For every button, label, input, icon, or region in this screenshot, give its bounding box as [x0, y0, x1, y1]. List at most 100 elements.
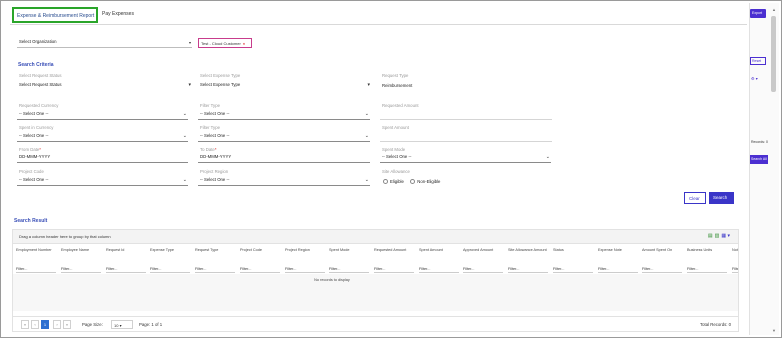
request-status-select[interactable]: Select Request Status ▾: [17, 82, 192, 91]
eligible-radio[interactable]: [383, 179, 388, 185]
search-result-title: Search Result: [14, 218, 48, 224]
column-filter-input[interactable]: Filter...: [285, 267, 325, 273]
requested-currency-value: -- Select One --: [19, 111, 49, 116]
organization-select[interactable]: Select Organization ▾: [17, 39, 192, 48]
page-size-select[interactable]: 10 ▾: [111, 320, 133, 329]
search-all-button[interactable]: Search All: [750, 155, 768, 164]
column-header[interactable]: Status: [553, 248, 593, 253]
column-header[interactable]: Expense Type: [150, 248, 190, 253]
spent-in-currency-select[interactable]: -- Select One -- ⌄: [17, 133, 188, 142]
filter-type-label-2: Filter Type: [200, 125, 220, 130]
spent-amount-label: Spent Amount: [382, 125, 409, 130]
grid-toolbar: Drag a column header here to group by th…: [13, 230, 738, 244]
panel-records-label: Records: 0: [751, 140, 768, 144]
expense-type-value: Select Expense Type: [200, 82, 241, 87]
spent-mode-select[interactable]: -- Select One -- ⌄: [380, 154, 551, 163]
first-page-button[interactable]: «: [21, 320, 29, 329]
scrollbar-thumb[interactable]: [771, 16, 776, 92]
scroll-down-arrow-icon[interactable]: ▼: [772, 328, 776, 333]
from-date-label: From Date*: [19, 147, 41, 152]
column-filter-input[interactable]: Filter...: [61, 267, 101, 273]
next-page-button[interactable]: ›: [53, 320, 61, 329]
expense-type-select[interactable]: Select Expense Type ▾: [198, 82, 371, 91]
group-by-drop-zone[interactable]: Drag a column header here to group by th…: [19, 234, 111, 239]
filter-type-select-1[interactable]: -- Select One -- ⌄: [198, 111, 370, 120]
column-filter-input[interactable]: Filter...: [240, 267, 280, 273]
column-header[interactable]: Amount Spent On: [642, 248, 682, 253]
result-grid: Drag a column header here to group by th…: [12, 229, 739, 332]
from-date-input[interactable]: DD-MMM-YYYY: [17, 154, 188, 163]
column-header[interactable]: Employment Number: [16, 248, 56, 253]
spent-amount-input[interactable]: [380, 133, 552, 142]
chevron-down-icon: ⌄: [545, 154, 550, 160]
export-button[interactable]: Export: [750, 9, 766, 18]
panel-tools-icon[interactable]: ⚙ ▾: [751, 76, 758, 81]
from-date-label-text: From Date: [19, 147, 40, 152]
scroll-up-arrow-icon[interactable]: ▲: [772, 7, 776, 12]
tab-expense-reimbursement-report[interactable]: Expense & Reimbursement Report: [12, 7, 98, 23]
requested-amount-input[interactable]: [380, 111, 552, 120]
pdf-export-icon[interactable]: ▥: [715, 233, 720, 239]
search-button[interactable]: Search: [709, 192, 734, 204]
filter-type-select-2[interactable]: -- Select One -- ⌄: [198, 133, 370, 142]
column-filter-input[interactable]: Filter...: [732, 267, 738, 273]
column-header[interactable]: Employee Name: [61, 248, 101, 253]
column-filter-input[interactable]: Filter...: [329, 267, 369, 273]
last-page-button[interactable]: »: [63, 320, 71, 329]
column-header[interactable]: Spent Mode: [329, 248, 369, 253]
spent-mode-label: Spent Mode: [382, 147, 406, 152]
tab-divider: [10, 24, 747, 25]
organization-select-label: Select Organization: [19, 39, 57, 44]
column-filter-input[interactable]: Filter...: [687, 267, 727, 273]
column-filter-input[interactable]: Filter...: [553, 267, 593, 273]
organization-chip-label: Test - Cloud Customer: [201, 41, 241, 46]
page-info: Page: 1 of 1: [139, 322, 163, 327]
column-filter-input[interactable]: Filter...: [106, 267, 146, 273]
reset-button[interactable]: Reset: [750, 57, 766, 65]
request-type-label: Request Type: [382, 73, 409, 78]
spent-in-currency-label: Spent in Currency: [19, 125, 54, 130]
column-filter-input[interactable]: Filter...: [642, 267, 682, 273]
column-chooser-icon[interactable]: ▦ ▾: [721, 233, 730, 239]
non-eligible-radio[interactable]: [410, 179, 416, 185]
prev-page-button[interactable]: ‹: [31, 320, 39, 329]
eligible-radio-label: Eligible: [390, 179, 404, 184]
column-header[interactable]: Project Code: [240, 248, 280, 253]
page-1-button[interactable]: 1: [41, 320, 49, 329]
column-header[interactable]: Note: [732, 248, 738, 253]
column-header[interactable]: Expense Note: [598, 248, 638, 253]
search-criteria-title: Search Criteria: [18, 62, 54, 68]
column-header[interactable]: Site Allowance Amount: [508, 248, 548, 253]
column-header[interactable]: Request Id: [106, 248, 146, 253]
request-status-label: Select Request Status: [19, 73, 62, 78]
requested-currency-label: Requested Currency: [19, 103, 59, 108]
column-filter-input[interactable]: Filter...: [419, 267, 459, 273]
column-header[interactable]: Spent Amount: [419, 248, 459, 253]
column-filter-input[interactable]: Filter...: [16, 267, 56, 273]
project-code-value: -- Select One --: [19, 177, 49, 182]
column-header[interactable]: Project Region: [285, 248, 325, 253]
project-region-select[interactable]: -- Select One -- ⌄: [198, 177, 370, 186]
column-header[interactable]: Requested Amount: [374, 248, 414, 253]
requested-currency-select[interactable]: -- Select One -- ⌄: [17, 111, 188, 120]
tab-pay-expenses[interactable]: Pay Expenses: [102, 11, 134, 17]
column-header[interactable]: Approved Amount: [463, 248, 503, 253]
project-code-select[interactable]: -- Select One -- ⌄: [17, 177, 188, 186]
column-filter-input[interactable]: Filter...: [463, 267, 503, 273]
remove-chip-icon[interactable]: ×: [243, 41, 245, 46]
excel-export-icon[interactable]: ▤: [708, 233, 713, 239]
requested-amount-label: Requested Amount: [382, 103, 419, 108]
column-header[interactable]: Request Type: [195, 248, 235, 253]
column-filter-input[interactable]: Filter...: [150, 267, 190, 273]
column-filter-input[interactable]: Filter...: [598, 267, 638, 273]
chevron-down-icon: ⌄: [182, 133, 187, 139]
column-filter-input[interactable]: Filter...: [374, 267, 414, 273]
to-date-input[interactable]: DD-MMM-YYYY: [198, 154, 370, 163]
chevron-down-icon: ⌄: [364, 111, 369, 117]
column-header[interactable]: Business Units: [687, 248, 727, 253]
pager: « ‹ 1 › » Page Size: 10 ▾ Page: 1 of 1 T…: [13, 316, 738, 331]
column-filter-input[interactable]: Filter...: [508, 267, 548, 273]
column-filter-input[interactable]: Filter...: [195, 267, 235, 273]
spent-mode-value: -- Select One --: [382, 154, 412, 159]
clear-button[interactable]: Clear: [684, 192, 706, 204]
